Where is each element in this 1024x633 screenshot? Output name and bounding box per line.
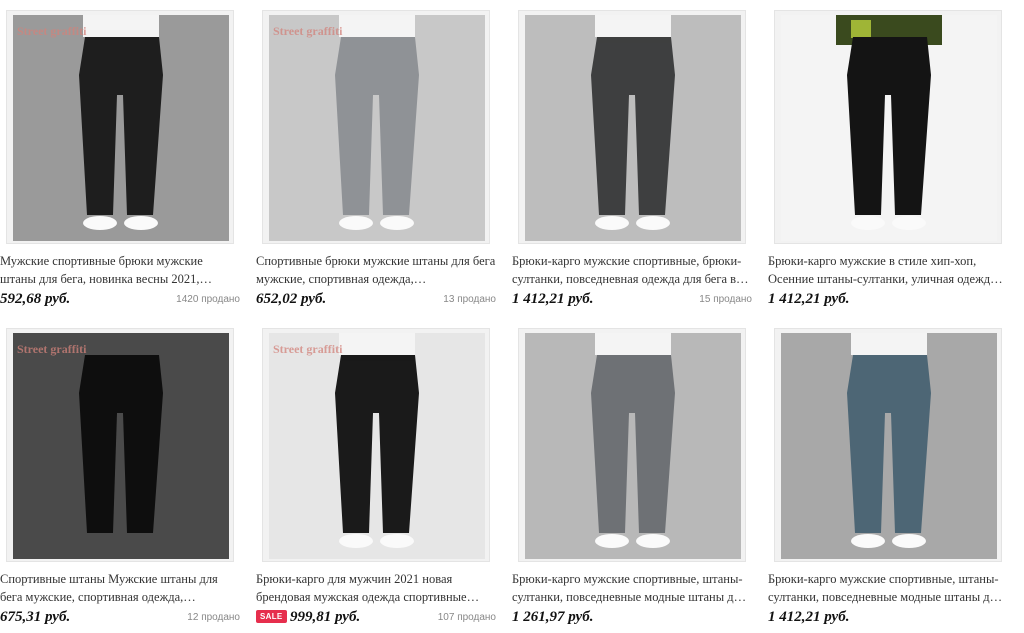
product-photo [13,15,229,241]
sold-count: 13 продано [443,294,496,305]
product-title[interactable]: Брюки-карго для мужчин 2021 новая брендо… [256,570,496,606]
product-photo [781,333,997,559]
svg-text:Street graffiti: Street graffiti [273,24,343,38]
sold-count: 1420 продано [176,294,240,305]
sale-badge: SALE [256,610,287,623]
watermark-logo: Street graffiti [273,24,343,38]
product-price: 652,02 руб. [256,291,327,307]
product-price: 1 412,21 руб. [768,291,850,307]
sold-count: 107 продано [437,612,496,623]
product-photo [525,15,741,241]
product-price: 1 261,97 руб. [512,609,594,625]
product-image[interactable] [774,328,1002,562]
product-title[interactable]: Брюки-карго мужские спортивные, штаны-су… [512,570,752,606]
product-title[interactable]: Брюки-карго мужские спортивные, брюки-су… [512,252,752,288]
product-image[interactable] [774,10,1002,244]
product-image[interactable]: Street graffiti [6,10,234,244]
product-title[interactable]: Мужские спортивные брюки мужские штаны д… [0,252,240,288]
product-photo [269,333,485,559]
product-image[interactable]: Street graffiti [6,328,234,562]
product-price: 1 412,21 руб. [512,291,594,307]
product-photo [781,15,997,241]
product-title[interactable]: Брюки-карго мужские спортивные, штаны-су… [768,570,1008,606]
product-title[interactable]: Спортивные брюки мужские штаны для бега … [256,252,496,288]
product-image[interactable] [518,10,746,244]
svg-text:Street graffiti: Street graffiti [273,342,343,356]
product-photo [269,15,485,241]
product-image[interactable]: Street graffiti [262,328,490,562]
watermark-logo: Street graffiti [17,342,87,356]
product-price: 1 412,21 руб. [768,609,850,625]
product-title[interactable]: Брюки-карго мужские в стиле хип-хоп, Осе… [768,252,1008,288]
product-price: 999,81 руб. [290,609,361,625]
sold-count: 12 продано [187,612,240,623]
product-grid: Street graffiti Мужские спортивные брюки … [0,0,1024,633]
sold-count: 15 продано [699,294,752,305]
product-image[interactable] [518,328,746,562]
product-price: 592,68 руб. [0,291,71,307]
product-title[interactable]: Спортивные штаны Мужские штаны для бега … [0,570,240,606]
product-image[interactable]: Street graffiti [262,10,490,244]
watermark-logo: Street graffiti [17,24,87,38]
product-price: 675,31 руб. [0,609,71,625]
product-photo [525,333,741,559]
svg-text:Street graffiti: Street graffiti [17,24,87,38]
watermark-logo: Street graffiti [273,342,343,356]
svg-text:Street graffiti: Street graffiti [17,342,87,356]
product-photo [13,333,229,559]
